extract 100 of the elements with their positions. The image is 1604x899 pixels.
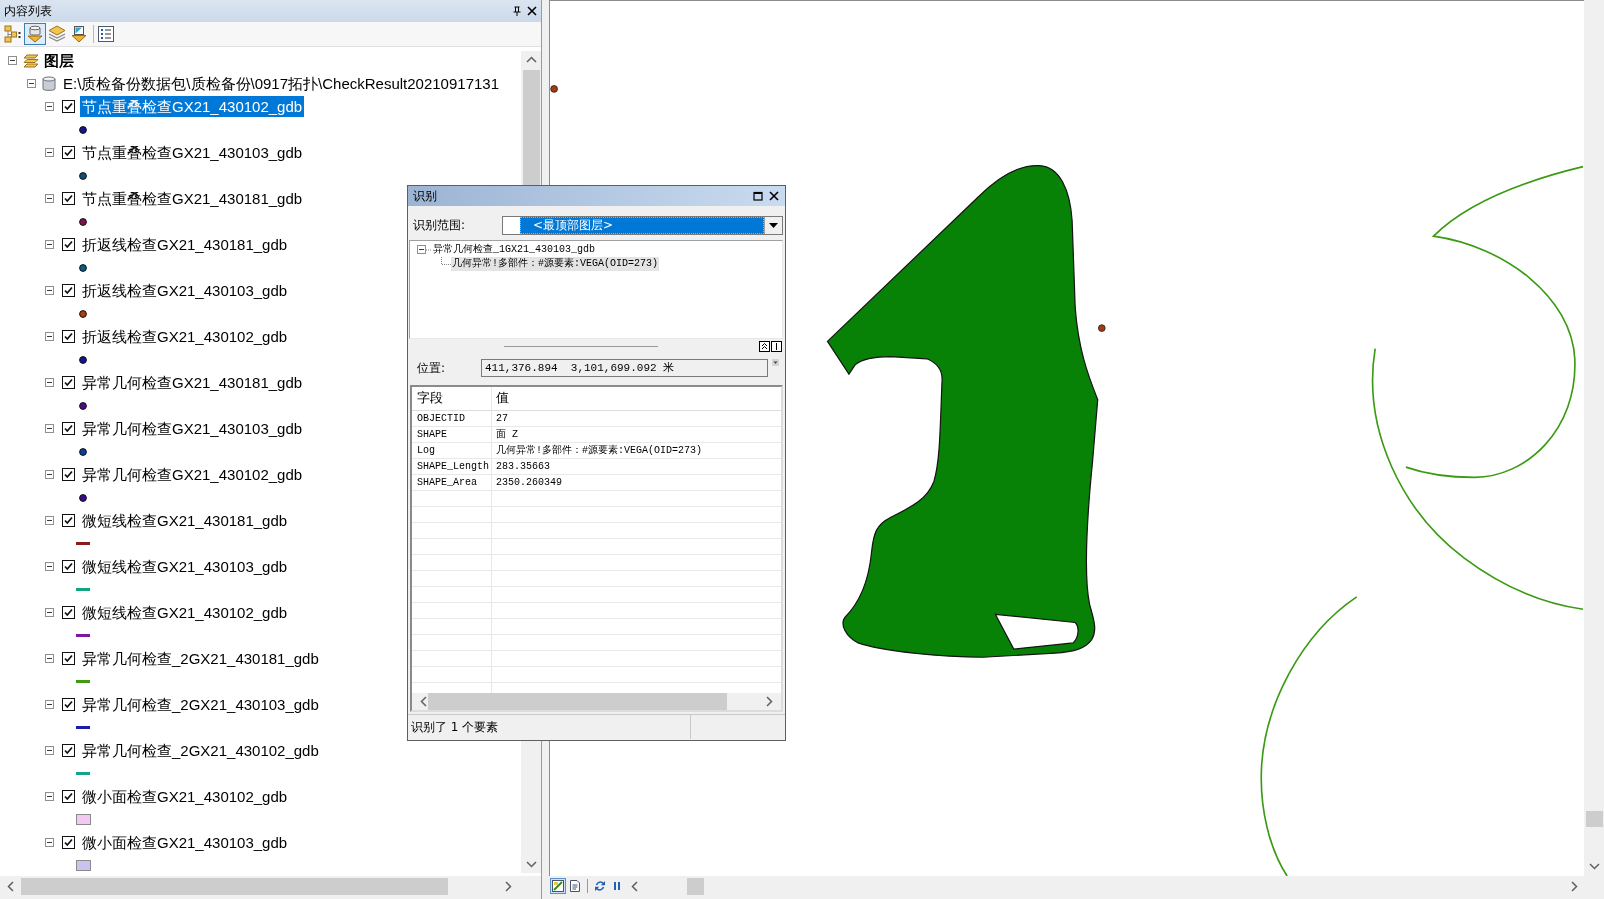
dialog-title: 识别 bbox=[413, 187, 437, 205]
scrollbar-thumb[interactable] bbox=[428, 693, 727, 710]
layer-name[interactable]: 异常几何检查_2GX21_430103_gdb bbox=[80, 694, 321, 715]
layer-name[interactable]: 微短线检查GX21_430181_gdb bbox=[80, 510, 290, 531]
scroll-left-icon[interactable] bbox=[630, 880, 638, 892]
pin-icon[interactable] bbox=[513, 6, 521, 16]
table-cell: SHAPE_Length bbox=[412, 459, 492, 474]
scope-dropdown[interactable]: <最顶部图层> bbox=[502, 215, 783, 235]
column-header: 字段 bbox=[412, 387, 492, 410]
scroll-up-icon[interactable] bbox=[525, 56, 537, 63]
table-cell-text: 几何异常!多部件：#源要素:VEGA(OID=273) bbox=[495, 443, 703, 458]
scrollbar-thumb[interactable] bbox=[21, 877, 448, 895]
scroll-right-icon[interactable] bbox=[504, 880, 512, 892]
location-field[interactable]: 411,376.894 3,101,699.092 米 bbox=[481, 359, 768, 377]
collapse-icon[interactable] bbox=[45, 700, 54, 709]
point-marker-icon bbox=[550, 85, 558, 93]
refresh-icon[interactable] bbox=[594, 880, 606, 892]
collapse-icon[interactable] bbox=[45, 746, 54, 755]
layer-name[interactable]: 折返线检查GX21_430103_gdb bbox=[80, 280, 290, 301]
collapse-icon[interactable] bbox=[27, 79, 36, 88]
collapse-icon[interactable] bbox=[417, 245, 426, 254]
layer-name[interactable]: 节点重叠检查GX21_430102_gdb bbox=[80, 96, 305, 117]
layer-name[interactable]: 节点重叠检查GX21_430103_gdb bbox=[80, 142, 305, 163]
checkbox[interactable] bbox=[62, 468, 75, 481]
scroll-left-icon[interactable] bbox=[419, 696, 427, 707]
scroll-right-icon[interactable] bbox=[1570, 880, 1578, 892]
double-caret-up-icon[interactable] bbox=[759, 341, 770, 352]
collapse-icon[interactable] bbox=[45, 286, 54, 295]
collapse-icon[interactable] bbox=[8, 56, 17, 65]
table-cell: OBJECTID bbox=[412, 411, 492, 426]
checkbox[interactable] bbox=[62, 652, 75, 665]
collapse-icon[interactable] bbox=[45, 470, 54, 479]
collapse-icon[interactable] bbox=[45, 424, 54, 433]
tree-connector-line bbox=[426, 248, 432, 251]
table-cell-text: 2350.260349 bbox=[495, 476, 563, 490]
checkbox[interactable] bbox=[62, 514, 75, 527]
panel-title: 内容列表 bbox=[4, 2, 52, 20]
collapse-icon[interactable] bbox=[45, 562, 54, 571]
scroll-down-icon[interactable] bbox=[525, 861, 537, 868]
table-cell: SHAPE bbox=[412, 427, 492, 442]
scrollbar-thumb[interactable] bbox=[1585, 811, 1603, 827]
layer-name[interactable]: 异常几何检查GX21_430102_gdb bbox=[80, 464, 305, 485]
checkbox[interactable] bbox=[62, 238, 75, 251]
layer-name[interactable]: 异常几何检查GX21_430103_gdb bbox=[80, 418, 305, 439]
close-icon[interactable] bbox=[769, 191, 779, 201]
checkbox[interactable] bbox=[62, 376, 75, 389]
checkbox[interactable] bbox=[62, 192, 75, 205]
collapse-icon[interactable] bbox=[45, 792, 54, 801]
collapse-icon[interactable] bbox=[45, 654, 54, 663]
checkbox[interactable] bbox=[62, 100, 75, 113]
collapse-icon[interactable] bbox=[45, 240, 54, 249]
checkbox[interactable] bbox=[62, 606, 75, 619]
layer-name[interactable]: 微短线检查GX21_430103_gdb bbox=[80, 556, 290, 577]
collapse-icon[interactable] bbox=[45, 838, 54, 847]
layer-name[interactable]: 折返线检查GX21_430181_gdb bbox=[80, 234, 290, 255]
layer-name[interactable]: 异常几何检查_2GX21_430102_gdb bbox=[80, 740, 321, 761]
table-cell-text: 27 bbox=[495, 412, 509, 426]
layer-name[interactable]: 微小面检查GX21_430102_gdb bbox=[80, 786, 290, 807]
checkbox[interactable] bbox=[62, 146, 75, 159]
layer-name[interactable]: 异常几何检查GX21_430181_gdb bbox=[80, 372, 305, 393]
collapse-icon[interactable] bbox=[45, 608, 54, 617]
collapse-icon[interactable] bbox=[45, 194, 54, 203]
layer-name[interactable]: 异常几何检查_2GX21_430181_gdb bbox=[80, 648, 321, 669]
checkbox[interactable] bbox=[62, 790, 75, 803]
pause-icon[interactable] bbox=[613, 881, 621, 891]
collapse-icon[interactable] bbox=[45, 516, 54, 525]
result-layer-item[interactable]: 异常几何检查_1GX21_430103_gdb bbox=[432, 242, 597, 257]
checkbox[interactable] bbox=[62, 284, 75, 297]
pane-icon[interactable] bbox=[771, 341, 782, 352]
collapse-icon[interactable] bbox=[45, 332, 54, 341]
scrollbar-thumb[interactable] bbox=[522, 70, 540, 188]
scroll-down-icon[interactable] bbox=[1588, 863, 1600, 870]
result-feature-item[interactable]: 几何异常!多部件：#源要素:VEGA(OID=273) bbox=[451, 257, 659, 271]
scroll-right-icon[interactable] bbox=[765, 696, 773, 707]
layer-name[interactable]: 微小面检查GX21_430103_gdb bbox=[80, 832, 290, 853]
scope-label: 识别范围: bbox=[413, 216, 466, 234]
maximize-icon[interactable] bbox=[753, 191, 763, 201]
caret-icon[interactable] bbox=[769, 222, 778, 228]
checkbox[interactable] bbox=[62, 560, 75, 573]
checkbox[interactable] bbox=[62, 330, 75, 343]
workspace-path[interactable]: E:\质检备份数据包\质检备份\0917拓扑\CheckResult20210917131 bbox=[61, 73, 501, 94]
layer-name[interactable]: 微短线检查GX21_430102_gdb bbox=[80, 602, 290, 623]
checkbox[interactable] bbox=[62, 836, 75, 849]
close-icon[interactable] bbox=[527, 6, 537, 16]
scroll-left-icon[interactable] bbox=[6, 880, 14, 892]
location-label: 位置: bbox=[417, 359, 447, 377]
scrollbar[interactable] bbox=[412, 693, 781, 710]
layer-name[interactable]: 节点重叠检查GX21_430181_gdb bbox=[80, 188, 305, 209]
status-text: 识别了 1 个要素 bbox=[410, 718, 499, 736]
checkbox[interactable] bbox=[62, 744, 75, 757]
tree-item[interactable]: 图层 bbox=[42, 50, 76, 71]
table-cell: Log bbox=[412, 443, 492, 458]
collapse-icon[interactable] bbox=[45, 102, 54, 111]
database-icon bbox=[42, 75, 56, 92]
layer-name[interactable]: 折返线检查GX21_430102_gdb bbox=[80, 326, 290, 347]
checkbox[interactable] bbox=[62, 422, 75, 435]
checkbox[interactable] bbox=[62, 698, 75, 711]
collapse-icon[interactable] bbox=[45, 378, 54, 387]
collapse-icon[interactable] bbox=[45, 148, 54, 157]
scrollbar-thumb[interactable] bbox=[687, 877, 704, 895]
